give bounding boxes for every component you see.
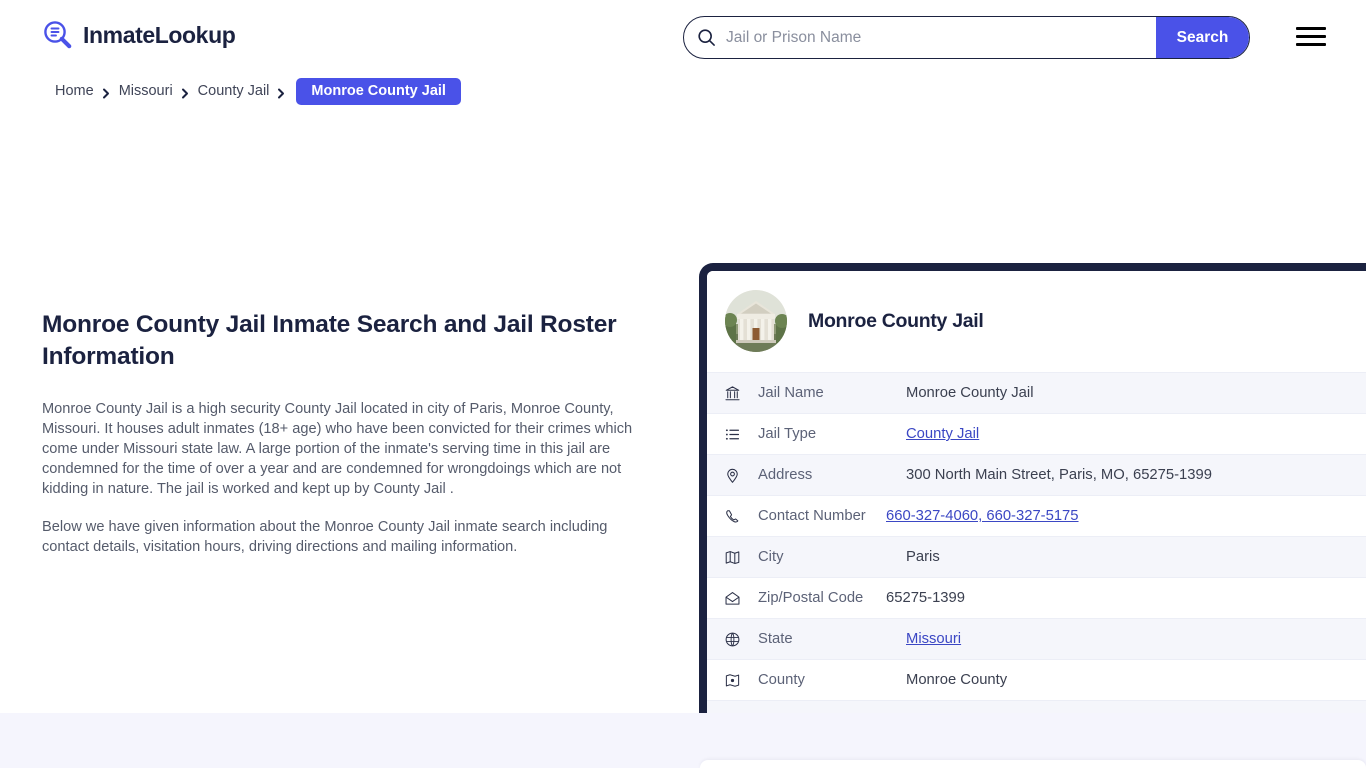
intro-paragraph-1: Monroe County Jail is a high security Co… <box>42 400 633 498</box>
envelope-icon <box>724 590 741 607</box>
row-label: City <box>758 549 784 565</box>
row-value: Monroe County Jail <box>906 385 1034 401</box>
breadcrumb-item-current: Monroe County Jail <box>296 77 461 105</box>
map-location-icon <box>724 672 741 689</box>
jail-card-title: Monroe County Jail <box>808 309 984 332</box>
bank-icon <box>724 385 741 402</box>
search-input[interactable] <box>716 17 1156 58</box>
row-value: Monroe County <box>906 672 1008 688</box>
brand-logo-link[interactable]: InmateLookup <box>42 19 236 51</box>
menu-bar-2 <box>1296 34 1326 38</box>
row-label: Jail Type <box>758 426 817 442</box>
phone-icon <box>724 508 741 525</box>
chevron-right-icon <box>277 86 286 98</box>
breadcrumb: Home Missouri County Jail Monroe County … <box>0 76 1366 106</box>
breadcrumb-item-missouri[interactable]: Missouri <box>119 83 173 99</box>
state-link[interactable]: Missouri <box>906 631 961 647</box>
jail-info-card-header: Monroe County Jail <box>707 271 1366 372</box>
map-icon <box>724 549 741 566</box>
row-value: 660-327-4060, 660-327-5175 <box>886 508 1079 524</box>
breadcrumb-item-county-jail[interactable]: County Jail <box>198 83 270 99</box>
main-content: Monroe County Jail Inmate Search and Jai… <box>0 106 1366 749</box>
row-label: State <box>758 631 793 647</box>
row-value: County Jail <box>906 426 979 442</box>
search-bar[interactable]: Search <box>683 16 1250 59</box>
search-icon <box>697 28 716 47</box>
magnifier-logo-icon <box>42 19 74 51</box>
search-button[interactable]: Search <box>1156 17 1249 58</box>
table-row: State Missouri <box>707 618 1366 659</box>
row-value: 65275-1399 <box>886 590 965 606</box>
intro-paragraph-2: Below we have given information about th… <box>42 518 608 555</box>
jail-type-link[interactable]: County Jail <box>906 426 979 442</box>
chevron-right-icon <box>181 86 190 98</box>
courthouse-photo-avatar <box>725 290 787 352</box>
site-header: InmateLookup Search <box>0 0 1366 74</box>
breadcrumb-item-home[interactable]: Home <box>55 83 94 99</box>
list-icon <box>724 426 741 443</box>
menu-bar-3 <box>1296 42 1326 46</box>
row-label: Jail Name <box>758 385 824 401</box>
table-row: Jail Name Monroe County Jail <box>707 372 1366 413</box>
row-label: Address <box>758 467 813 483</box>
map-pin-icon <box>724 467 741 484</box>
jail-info-card: Monroe County Jail Jail Name Monroe Coun… <box>699 263 1366 749</box>
lower-section-panel <box>700 760 1366 768</box>
chevron-right-icon <box>102 86 111 98</box>
row-label: County <box>758 672 805 688</box>
row-value: Missouri <box>906 631 961 647</box>
row-value: Paris <box>906 549 940 565</box>
table-row: Contact Number 660-327-4060, 660-327-517… <box>707 495 1366 536</box>
contact-number-link[interactable]: 660-327-4060, 660-327-5175 <box>886 508 1079 524</box>
table-row: County Monroe County <box>707 659 1366 700</box>
table-row: City Paris <box>707 536 1366 577</box>
menu-bar-1 <box>1296 26 1326 30</box>
globe-shield-icon <box>724 631 741 648</box>
hamburger-menu-icon[interactable] <box>1296 22 1328 50</box>
intro-section: Monroe County Jail Inmate Search and Jai… <box>42 309 642 574</box>
table-row: Address 300 North Main Street, Paris, MO… <box>707 454 1366 495</box>
brand-name: InmateLookup <box>83 21 236 48</box>
row-label: Contact Number <box>758 508 866 524</box>
row-label: Zip/Postal Code <box>758 590 864 606</box>
table-row: Zip/Postal Code 65275-1399 <box>707 577 1366 618</box>
table-row: Jail Type County Jail <box>707 413 1366 454</box>
row-value: 300 North Main Street, Paris, MO, 65275-… <box>906 467 1212 483</box>
page-title: Monroe County Jail Inmate Search and Jai… <box>42 311 617 371</box>
